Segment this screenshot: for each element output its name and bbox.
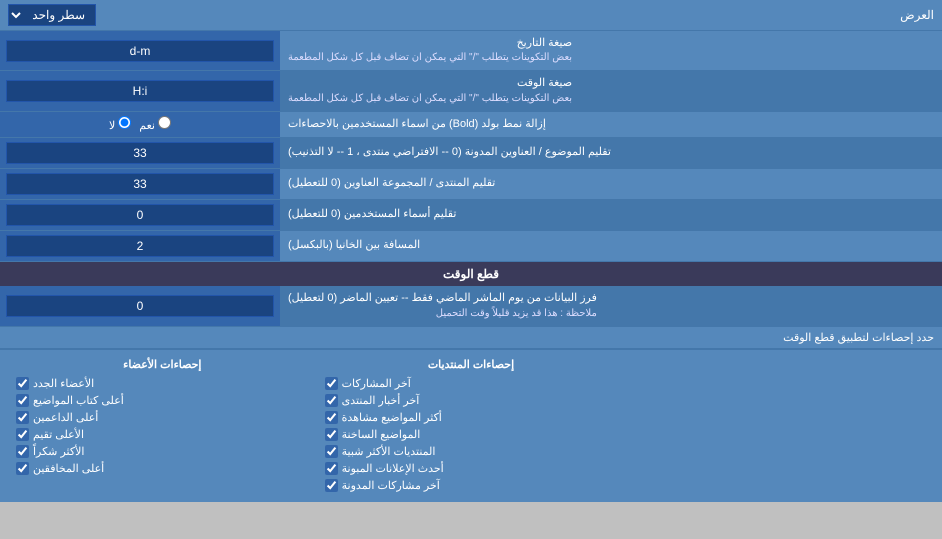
radio-no[interactable] [118, 116, 131, 129]
checkbox-hot-topics[interactable] [325, 428, 338, 441]
checkbox-new-members[interactable] [16, 377, 29, 390]
title-trim-label: تقليم الموضوع / العناوين المدونة (0 -- ا… [280, 138, 942, 168]
checkbox-most-thanked[interactable] [16, 445, 29, 458]
checkbox-forum-news[interactable] [325, 394, 338, 407]
checkbox-item: أعلى الداعمين [16, 409, 309, 426]
checkbox-item: الأكثر شكراً [16, 443, 309, 460]
date-format-input-cell [0, 31, 280, 70]
cutoff-label: فرز البيانات من يوم الماشر الماضي فقط --… [280, 286, 942, 325]
member-stats-header: إحصاءات الأعضاء [16, 358, 309, 371]
title-trim-input[interactable] [6, 142, 274, 164]
title-trim-row: تقليم الموضوع / العناوين المدونة (0 -- ا… [0, 138, 942, 169]
cutoff-row: فرز البيانات من يوم الماشر الماضي فقط --… [0, 286, 942, 326]
checkbox-item: أكثر المواضيع مشاهدة [325, 409, 618, 426]
checkboxes-cols: إحصاءات المنتديات آخر المشاركات آخر أخبا… [8, 356, 934, 496]
checkbox-item: أحدث الإعلانات المبونة [325, 460, 618, 477]
bold-radio-cell: نعم لا [0, 112, 280, 137]
cell-spacing-row: المسافة بين الخانيا (بالبكسل) [0, 231, 942, 262]
cell-spacing-input[interactable] [6, 235, 274, 257]
bold-row: إزالة نمط بولد (Bold) من اسماء المستخدمي… [0, 112, 942, 138]
main-container: العرض سطر واحد سطرين ثلاثة أسطر صيغة الت… [0, 0, 942, 502]
radio-yes-label[interactable]: نعم [139, 116, 171, 132]
forum-stats-col: إحصاءات المنتديات آخر المشاركات آخر أخبا… [317, 356, 626, 496]
checkbox-top-rated[interactable] [16, 428, 29, 441]
checkbox-latest-announcements[interactable] [325, 462, 338, 475]
checkbox-item: أعلى المخافقين [16, 460, 309, 477]
top-label: العرض [900, 8, 934, 22]
forum-title-trim-row: تقليم المنتدى / المجموعة العناوين (0 للت… [0, 169, 942, 200]
checkbox-item: المنتديات الأكثر شبية [325, 443, 618, 460]
time-format-label: صيغة الوقت بعض التكوينات يتطلب "/" التي … [280, 71, 942, 110]
forum-title-trim-input-cell [0, 169, 280, 199]
username-trim-row: تقليم أسماء المستخدمين (0 للتعطيل) [0, 200, 942, 231]
radio-yes[interactable] [158, 116, 171, 129]
time-format-input-cell [0, 71, 280, 110]
checkbox-most-viewed[interactable] [325, 411, 338, 424]
checkboxes-section: إحصاءات المنتديات آخر المشاركات آخر أخبا… [0, 349, 942, 502]
checkbox-item: الأعلى تقيم [16, 426, 309, 443]
checkbox-item: آخر مشاركات المدونة [325, 477, 618, 494]
time-format-input[interactable] [6, 80, 274, 102]
checkbox-item: أعلى كتاب المواضيع [16, 392, 309, 409]
cell-spacing-label: المسافة بين الخانيا (بالبكسل) [280, 231, 942, 261]
cutoff-input-cell [0, 286, 280, 325]
checkbox-last-posts[interactable] [325, 377, 338, 390]
top-row: العرض سطر واحد سطرين ثلاثة أسطر [0, 0, 942, 31]
time-format-row: صيغة الوقت بعض التكوينات يتطلب "/" التي … [0, 71, 942, 111]
date-format-row: صيغة التاريخ بعض التكوينات يتطلب "/" الت… [0, 31, 942, 71]
checkbox-top-posters[interactable] [16, 394, 29, 407]
empty-col [625, 356, 934, 496]
forum-title-trim-input[interactable] [6, 173, 274, 195]
checkbox-most-active-forums[interactable] [325, 445, 338, 458]
checkbox-item: الأعضاء الجدد [16, 375, 309, 392]
radio-no-label[interactable]: لا [109, 116, 131, 132]
define-row: حدد إحصاءات لتطبيق قطع الوقت [0, 327, 942, 349]
checkbox-top-mixed[interactable] [16, 462, 29, 475]
title-trim-input-cell [0, 138, 280, 168]
member-stats-col: إحصاءات الأعضاء الأعضاء الجدد أعلى كتاب … [8, 356, 317, 496]
forum-title-trim-label: تقليم المنتدى / المجموعة العناوين (0 للت… [280, 169, 942, 199]
checkbox-item: آخر أخبار المنتدى [325, 392, 618, 409]
username-trim-label: تقليم أسماء المستخدمين (0 للتعطيل) [280, 200, 942, 230]
checkbox-item: المواضيع الساخنة [325, 426, 618, 443]
username-trim-input-cell [0, 200, 280, 230]
display-select[interactable]: سطر واحد سطرين ثلاثة أسطر [8, 4, 96, 26]
cell-spacing-input-cell [0, 231, 280, 261]
username-trim-input[interactable] [6, 204, 274, 226]
cutoff-section-header: قطع الوقت [0, 262, 942, 286]
bold-label: إزالة نمط بولد (Bold) من اسماء المستخدمي… [280, 112, 942, 137]
date-format-label: صيغة التاريخ بعض التكوينات يتطلب "/" الت… [280, 31, 942, 70]
checkbox-item: آخر المشاركات [325, 375, 618, 392]
cutoff-input[interactable] [6, 295, 274, 317]
date-format-input[interactable] [6, 40, 274, 62]
forum-stats-header: إحصاءات المنتديات [325, 358, 618, 371]
checkbox-blog-posts[interactable] [325, 479, 338, 492]
checkbox-top-supporters[interactable] [16, 411, 29, 424]
